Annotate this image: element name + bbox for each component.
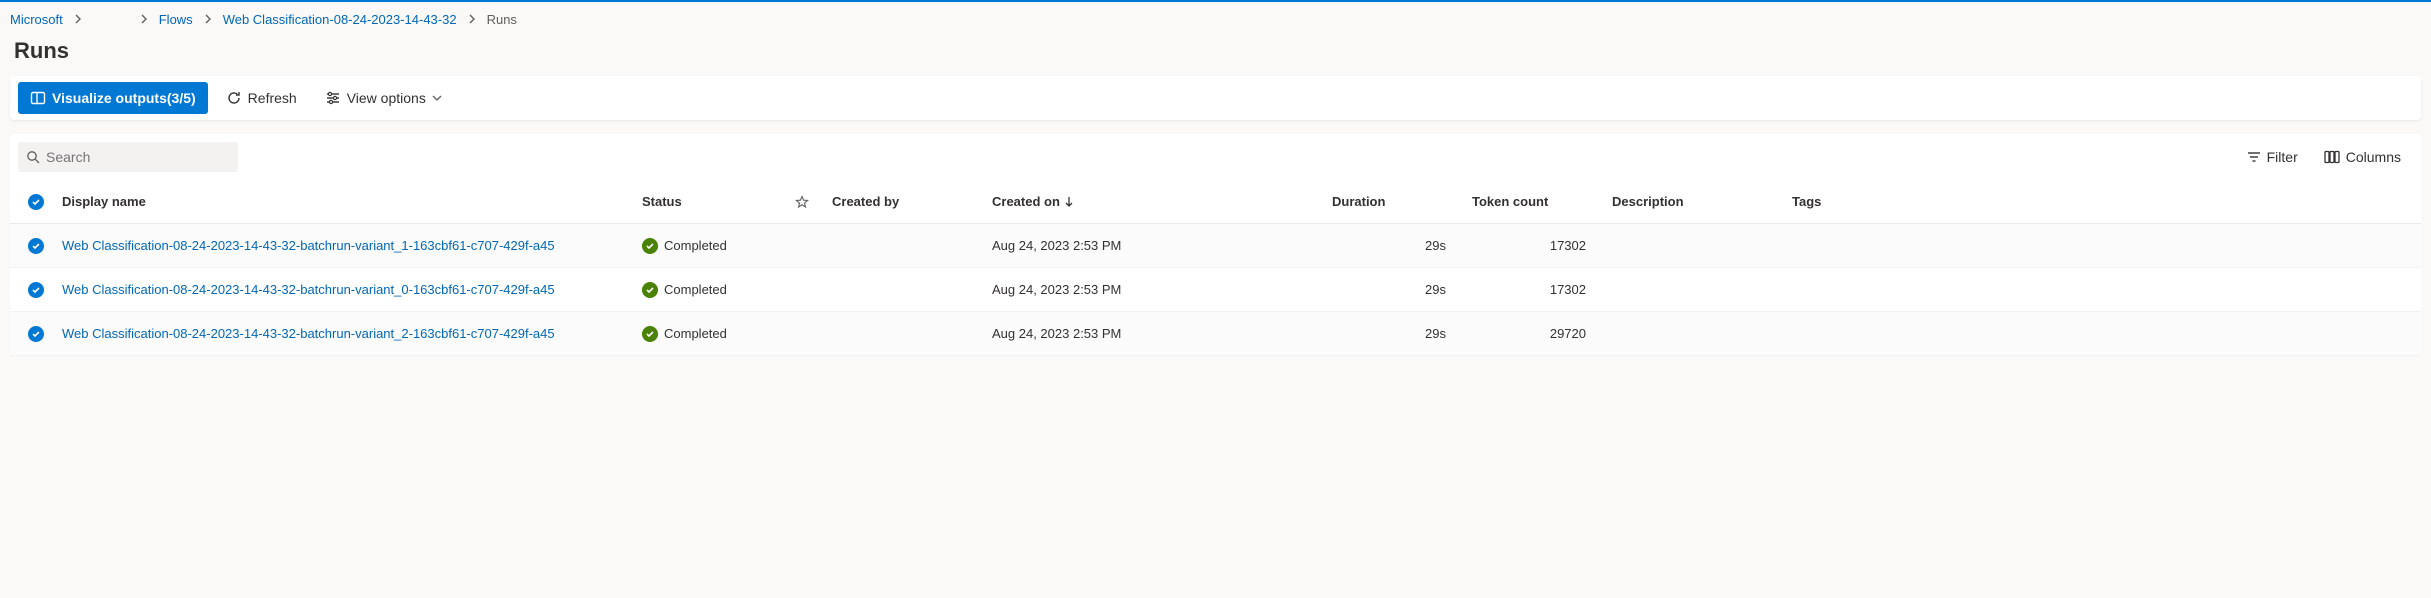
status-cell: Completed [642, 282, 772, 298]
status-cell: Completed [642, 326, 772, 342]
created-on-cell: Aug 24, 2023 2:53 PM [992, 282, 1332, 297]
col-status[interactable]: Status [642, 194, 772, 209]
col-created-by[interactable]: Created by [832, 194, 992, 209]
select-all-checkbox[interactable] [10, 194, 62, 210]
status-text: Completed [664, 326, 727, 341]
side-panel-icon [30, 90, 46, 106]
columns-icon [2324, 150, 2340, 164]
search-input[interactable] [46, 149, 230, 165]
refresh-label: Refresh [248, 90, 297, 106]
search-input-wrapper[interactable] [18, 142, 238, 172]
columns-label: Columns [2346, 149, 2401, 165]
columns-button[interactable]: Columns [2318, 145, 2407, 169]
token-count-cell: 17302 [1472, 282, 1612, 297]
refresh-button[interactable]: Refresh [216, 82, 307, 114]
chevron-down-icon [432, 93, 442, 103]
checkmark-circle-icon [28, 282, 44, 298]
token-count-cell: 17302 [1472, 238, 1612, 253]
status-cell: Completed [642, 238, 772, 254]
created-on-cell: Aug 24, 2023 2:53 PM [992, 238, 1332, 253]
table-header: Display name Status Created by Created o… [10, 180, 2421, 224]
run-name-link[interactable]: Web Classification-08-24-2023-14-43-32-b… [62, 326, 622, 341]
duration-cell: 29s [1332, 238, 1472, 253]
row-checkbox[interactable] [10, 326, 62, 342]
col-duration[interactable]: Duration [1332, 194, 1472, 209]
status-complete-icon [642, 326, 658, 342]
visualize-outputs-label: Visualize outputs(3/5) [52, 90, 196, 106]
status-text: Completed [664, 238, 727, 253]
status-text: Completed [664, 282, 727, 297]
col-display-name[interactable]: Display name [62, 194, 642, 209]
row-checkbox[interactable] [10, 282, 62, 298]
run-name-link[interactable]: Web Classification-08-24-2023-14-43-32-b… [62, 238, 622, 253]
duration-cell: 29s [1332, 326, 1472, 341]
breadcrumb-current: Runs [487, 12, 517, 27]
status-complete-icon [642, 282, 658, 298]
view-options-label: View options [347, 90, 426, 106]
filter-row: Filter Columns [10, 134, 2421, 180]
chevron-right-icon [67, 14, 89, 24]
token-count-cell: 29720 [1472, 326, 1612, 341]
filter-icon [2247, 150, 2261, 164]
duration-cell: 29s [1332, 282, 1472, 297]
view-options-icon [325, 90, 341, 106]
filter-button[interactable]: Filter [2241, 145, 2304, 169]
breadcrumb-link[interactable]: Flows [159, 12, 193, 27]
col-created-on[interactable]: Created on [992, 194, 1332, 209]
checkmark-circle-icon [28, 194, 44, 210]
run-name-link[interactable]: Web Classification-08-24-2023-14-43-32-b… [62, 282, 622, 297]
breadcrumb: Microsoft Flows Web Classification-08-24… [0, 2, 2431, 36]
col-token-count[interactable]: Token count [1472, 194, 1612, 209]
table-row[interactable]: Web Classification-08-24-2023-14-43-32-b… [10, 224, 2421, 268]
star-icon [795, 195, 809, 209]
command-bar: Visualize outputs(3/5) Refresh View opti… [10, 76, 2421, 120]
col-tags[interactable]: Tags [1792, 194, 1932, 209]
col-favorite[interactable] [772, 195, 832, 209]
created-on-cell: Aug 24, 2023 2:53 PM [992, 326, 1332, 341]
table-row[interactable]: Web Classification-08-24-2023-14-43-32-b… [10, 312, 2421, 356]
checkmark-circle-icon [28, 326, 44, 342]
chevron-right-icon [197, 14, 219, 24]
breadcrumb-link[interactable]: Web Classification-08-24-2023-14-43-32 [223, 12, 457, 27]
col-description[interactable]: Description [1612, 194, 1792, 209]
table-row[interactable]: Web Classification-08-24-2023-14-43-32-b… [10, 268, 2421, 312]
chevron-right-icon [133, 14, 155, 24]
checkmark-circle-icon [28, 238, 44, 254]
visualize-outputs-button[interactable]: Visualize outputs(3/5) [18, 82, 208, 114]
sort-down-icon [1064, 196, 1074, 208]
breadcrumb-link[interactable]: Microsoft [10, 12, 63, 27]
refresh-icon [226, 90, 242, 106]
filter-label: Filter [2267, 149, 2298, 165]
search-icon [26, 150, 40, 164]
runs-table: Display name Status Created by Created o… [10, 180, 2421, 356]
status-complete-icon [642, 238, 658, 254]
row-checkbox[interactable] [10, 238, 62, 254]
view-options-button[interactable]: View options [315, 82, 452, 114]
chevron-right-icon [461, 14, 483, 24]
page-title: Runs [0, 36, 2431, 76]
